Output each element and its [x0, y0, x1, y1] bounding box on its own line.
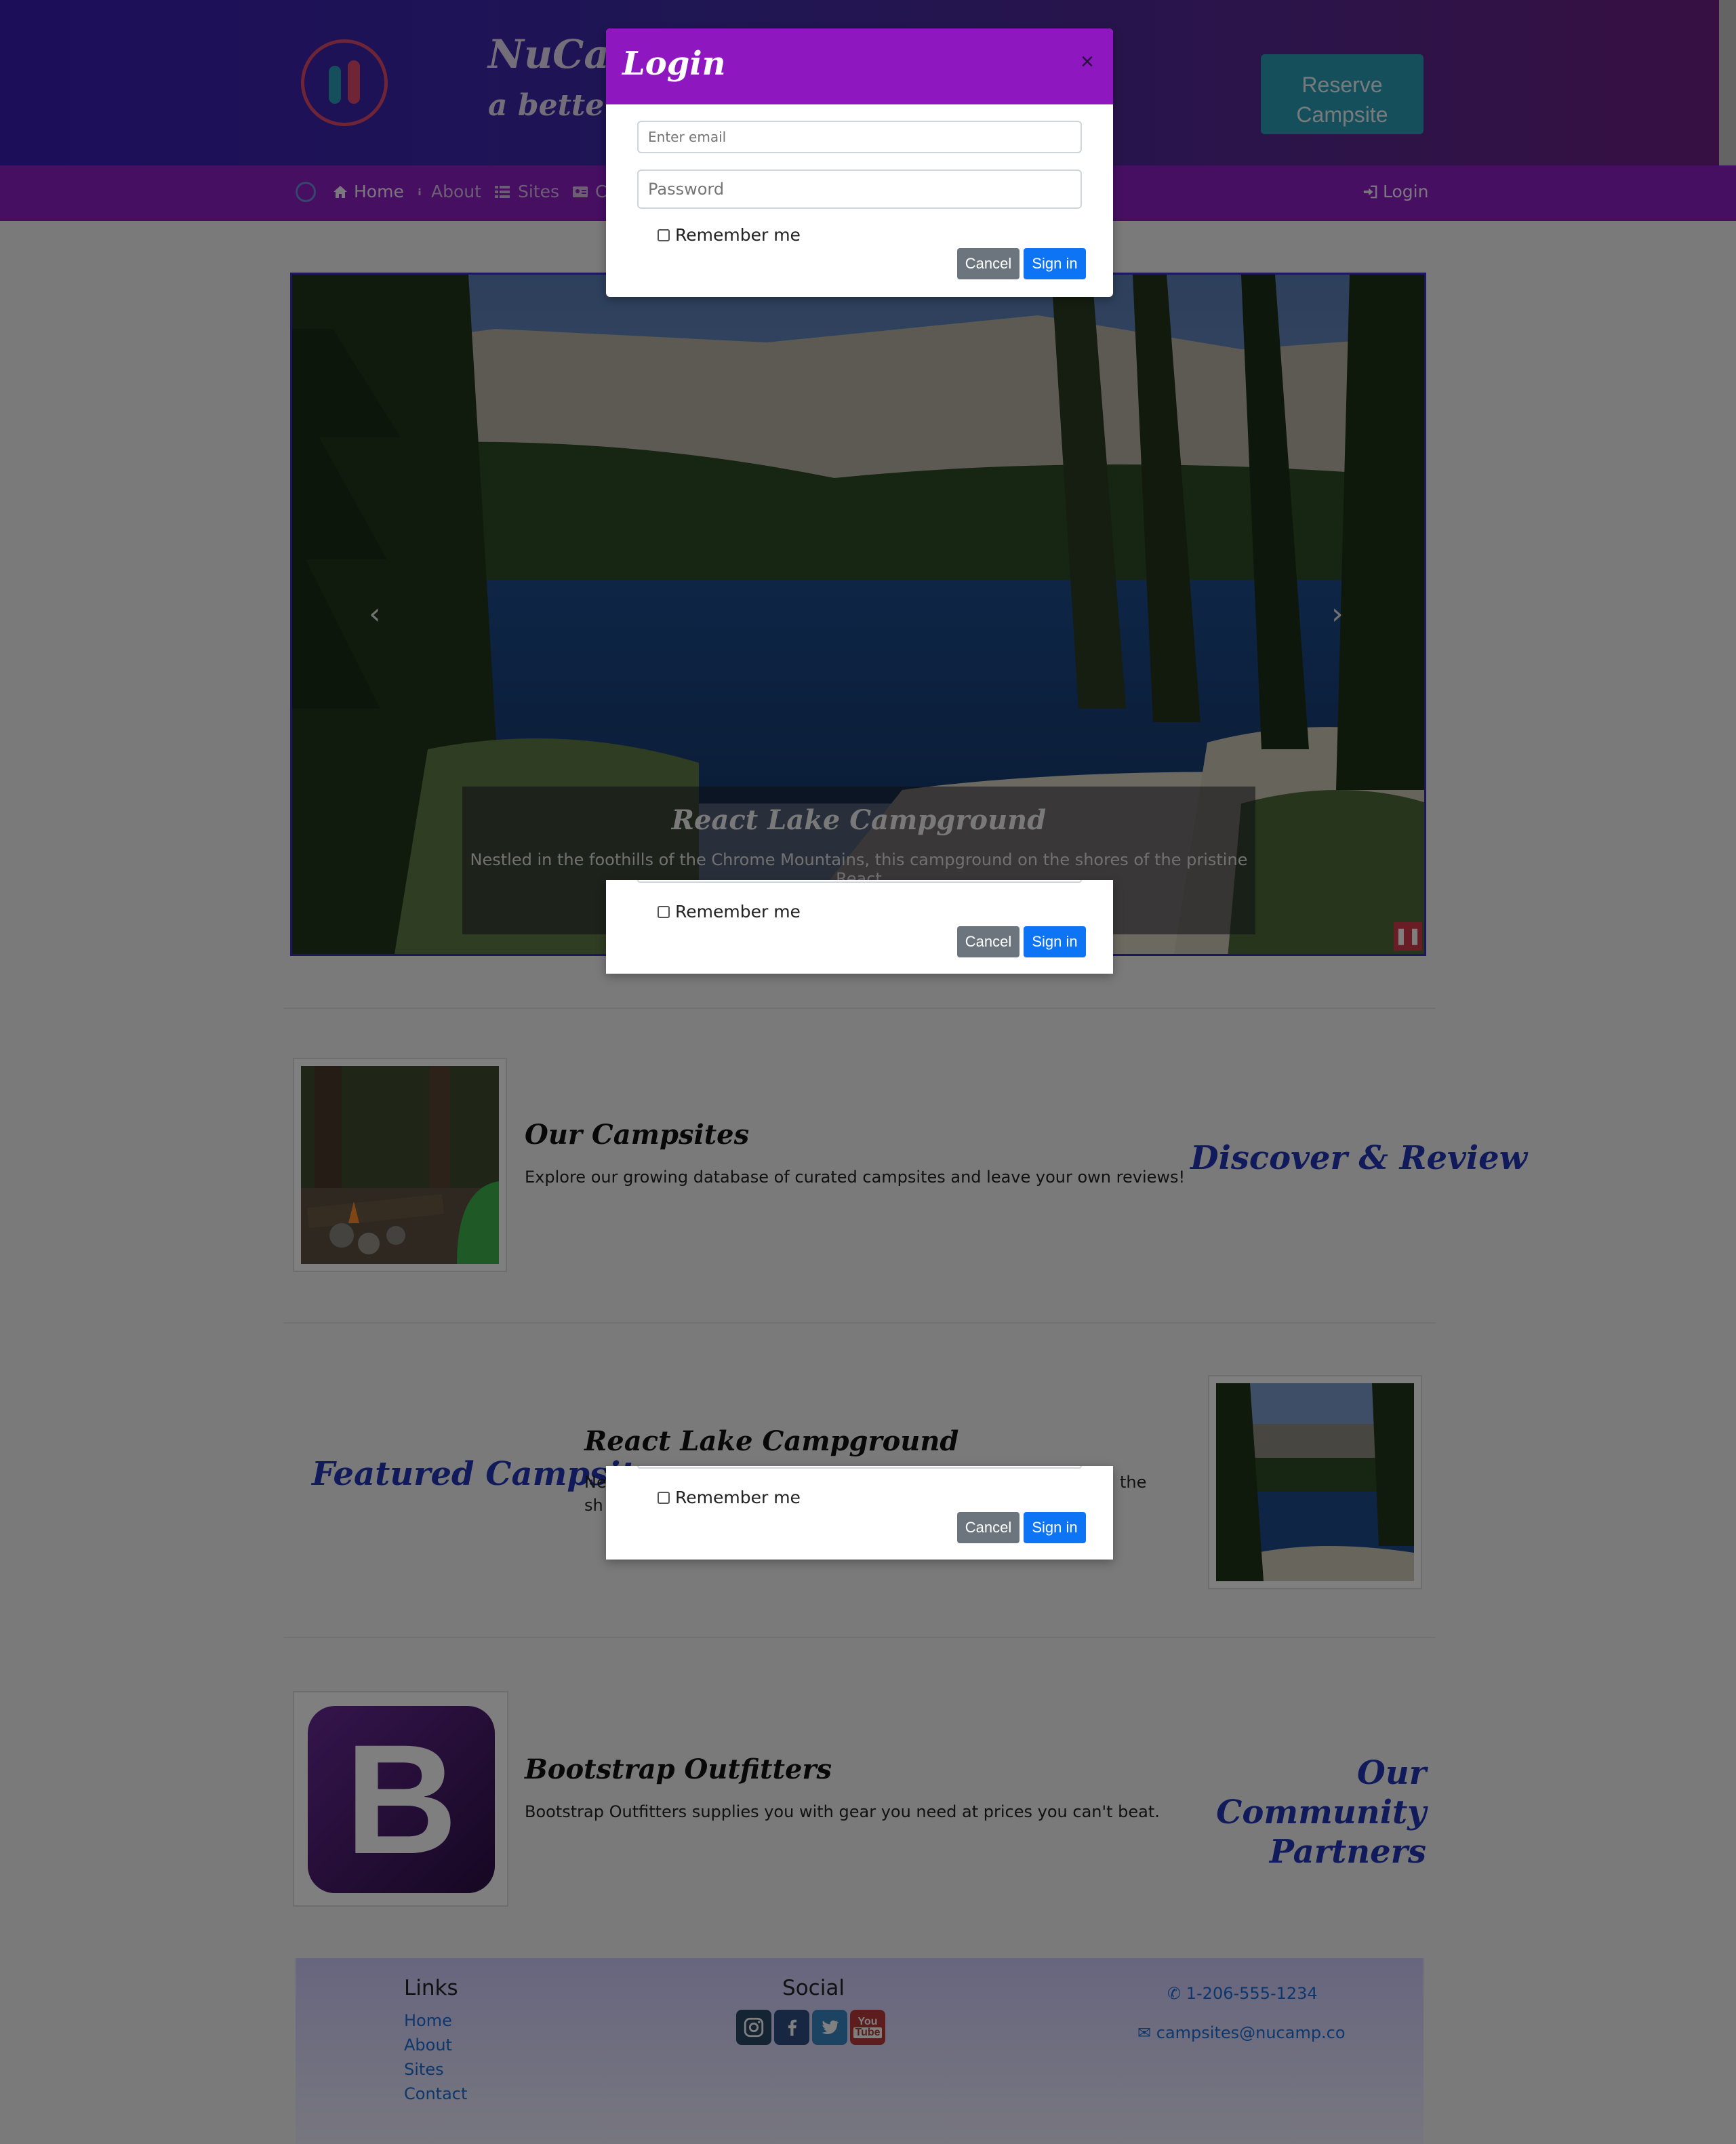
login-modal-fragment: Remember me Cancel Sign in [606, 1466, 1113, 1560]
remember-me-label: Remember me [675, 902, 801, 921]
input-edge [637, 1466, 1082, 1469]
remember-me-label: Remember me [675, 225, 801, 245]
login-modal-fragment: Remember me Cancel Sign in [606, 880, 1113, 974]
login-modal: Login × Remember me Cancel Sign in [606, 28, 1113, 297]
cancel-button[interactable]: Cancel [957, 926, 1020, 957]
sign-in-button[interactable]: Sign in [1024, 1512, 1086, 1543]
close-icon[interactable]: × [1081, 49, 1094, 75]
password-field[interactable] [637, 170, 1082, 209]
remember-me-checkbox[interactable] [658, 229, 670, 241]
email-field[interactable] [637, 121, 1082, 153]
cancel-button[interactable]: Cancel [957, 248, 1020, 279]
modal-title: Login [622, 45, 726, 83]
remember-me-label: Remember me [675, 1488, 801, 1507]
sign-in-button[interactable]: Sign in [1024, 248, 1086, 279]
sign-in-button[interactable]: Sign in [1024, 926, 1086, 957]
input-edge [637, 880, 1082, 883]
remember-me-checkbox[interactable] [658, 906, 670, 918]
modal-backdrop[interactable] [0, 0, 1736, 2144]
remember-me-checkbox[interactable] [658, 1492, 670, 1504]
cancel-button[interactable]: Cancel [957, 1512, 1020, 1543]
